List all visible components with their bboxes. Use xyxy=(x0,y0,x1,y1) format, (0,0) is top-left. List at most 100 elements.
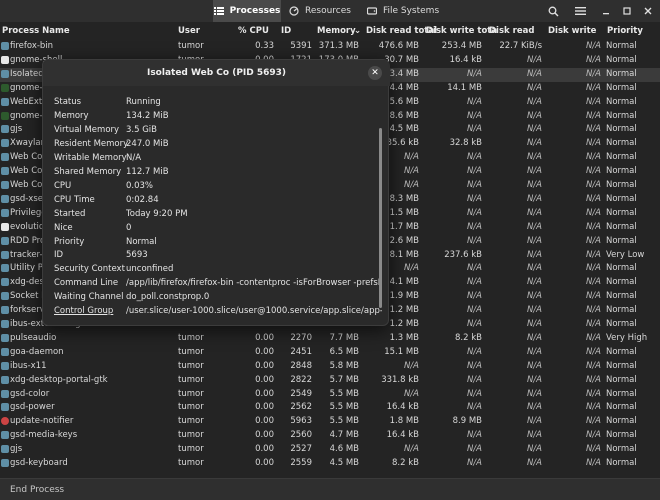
col-process-name[interactable]: Process Name xyxy=(2,26,70,36)
col-cpu[interactable]: % CPU xyxy=(238,26,269,36)
cell-dw: 32.8 kB xyxy=(449,138,482,149)
cell-drs: N/A xyxy=(526,68,542,79)
table-row[interactable]: gsd-media-keys tumor 0.00 2560 4.7 MB 16.4 kB… xyxy=(0,429,660,443)
cell-dw: 237.6 kB xyxy=(444,249,482,260)
cell-drs: N/A xyxy=(526,360,542,371)
cell-mem: 5.5 MB xyxy=(329,402,359,413)
hamburger-menu-icon[interactable] xyxy=(573,4,587,18)
process-icon xyxy=(1,125,9,134)
property-value: 112.7 MiB xyxy=(126,166,169,177)
cell-id: 2562 xyxy=(290,402,312,413)
property-key: Security Context xyxy=(54,264,125,275)
property-value: Running xyxy=(126,97,161,107)
cell-dw: 14.1 MB xyxy=(447,82,482,93)
cell-drs: N/A xyxy=(526,458,542,468)
cell-name: gsd-power xyxy=(10,402,55,413)
cell-prio: Normal xyxy=(606,291,637,302)
header-bar: Processes Resources File Systems xyxy=(0,0,660,22)
col-id[interactable]: ID xyxy=(281,26,291,36)
cell-prio: Very High xyxy=(606,332,648,343)
cell-mem: 371.3 MB xyxy=(318,41,359,51)
property-row: Status Running xyxy=(54,97,382,111)
cell-dw: N/A xyxy=(466,235,482,246)
cell-dws: N/A xyxy=(585,402,601,413)
property-value: /app/lib/firefox/firefox-bin -contentpro… xyxy=(126,278,382,289)
cell-name: update-notifier xyxy=(10,416,74,427)
cell-dws: N/A xyxy=(585,388,601,399)
cell-dw: N/A xyxy=(466,458,482,468)
cell-dr: N/A xyxy=(403,360,419,371)
cell-cpu: 0.00 xyxy=(255,430,274,441)
cell-dws: N/A xyxy=(585,180,601,190)
cell-mem: 4.6 MB xyxy=(329,444,359,455)
end-process-button[interactable]: End Process xyxy=(10,485,64,495)
col-disk-write-total[interactable]: Disk write tota xyxy=(426,26,497,36)
dialog-scrollbar[interactable] xyxy=(379,128,382,308)
process-icon xyxy=(1,417,9,426)
process-icon xyxy=(1,431,9,440)
table-row[interactable]: pulseaudio tumor 0.00 2270 7.7 MB 1.3 MB 8.2 k… xyxy=(0,332,660,346)
sort-down-icon: ⌄ xyxy=(354,26,362,36)
cell-dws: N/A xyxy=(585,416,601,427)
col-disk-read[interactable]: Disk read xyxy=(489,26,534,36)
cell-user: tumor xyxy=(178,360,204,371)
table-row[interactable]: gsd-power tumor 0.00 2562 5.5 MB 16.4 kB N/A N/… xyxy=(0,401,660,415)
tab-processes[interactable]: Processes xyxy=(213,0,281,22)
property-key: CPU Time xyxy=(54,194,95,205)
tab-resources[interactable]: Resources xyxy=(281,0,359,22)
table-row[interactable]: firefox-bin tumor 0.33 5391 371.3 MB 476.6 MB… xyxy=(0,40,660,54)
cell-dr: 1.8 MB xyxy=(389,416,419,427)
tab-file-systems[interactable]: File Systems xyxy=(359,0,447,22)
property-value: N/A xyxy=(126,152,142,163)
property-key: Writable Memory xyxy=(54,152,127,163)
property-key: Shared Memory xyxy=(54,166,122,177)
cell-name: gsd-color xyxy=(10,388,50,399)
table-row[interactable]: gsd-color tumor 0.00 2549 5.5 MB N/A N/A N/A N/A… xyxy=(0,388,660,402)
cell-mem: 5.5 MB xyxy=(329,416,359,427)
col-memory[interactable]: Memory xyxy=(317,26,356,36)
col-disk-write[interactable]: Disk write xyxy=(548,26,596,36)
property-value: 134.2 MiB xyxy=(126,110,169,121)
cell-dws: N/A xyxy=(585,110,601,121)
cell-mem: 5.7 MB xyxy=(329,374,359,385)
table-row[interactable]: xdg-desktop-portal-gtk tumor 0.00 2822 5.7 M… xyxy=(0,374,660,388)
property-value: /user.slice/user-1000.slice/user@1000.se… xyxy=(126,306,382,317)
cell-user: tumor xyxy=(178,41,204,51)
table-row[interactable]: gsd-keyboard tumor 0.00 2559 4.5 MB 8.2 kB N/A… xyxy=(0,457,660,471)
cell-dws: N/A xyxy=(585,249,601,260)
property-key: Memory xyxy=(54,110,89,121)
cell-drs: N/A xyxy=(526,305,542,316)
cell-user: tumor xyxy=(178,402,204,413)
table-row[interactable]: goa-daemon tumor 0.00 2451 6.5 MB 15.1 MB N/A N… xyxy=(0,346,660,360)
cell-dw: 8.2 kB xyxy=(455,332,482,343)
col-priority[interactable]: Priority xyxy=(607,26,643,36)
property-value: 0 xyxy=(126,222,132,233)
process-icon xyxy=(1,42,9,50)
cell-dws: N/A xyxy=(585,305,601,316)
cell-drs: N/A xyxy=(526,291,542,302)
cell-user: tumor xyxy=(178,374,204,385)
close-icon[interactable] xyxy=(641,4,655,18)
cell-name: gsd-media-keys xyxy=(10,430,78,441)
table-row[interactable]: gjs tumor 0.00 2527 4.6 MB N/A N/A N/A N/A Normal xyxy=(0,443,660,457)
cell-dw: N/A xyxy=(466,319,482,329)
cell-dw: N/A xyxy=(466,221,482,232)
cell-prio: Normal xyxy=(606,402,637,413)
property-key: ID xyxy=(54,250,64,261)
process-icon xyxy=(1,55,9,64)
dialog-close-icon[interactable]: ✕ xyxy=(368,66,382,80)
process-icon xyxy=(1,292,9,301)
cell-id: 2270 xyxy=(290,332,312,343)
table-row[interactable]: ibus-x11 tumor 0.00 2848 5.8 MB N/A N/A N/A N/A N… xyxy=(0,360,660,374)
footer-bar: End Process xyxy=(0,478,660,500)
search-icon[interactable] xyxy=(546,4,560,18)
cell-cpu: 0.00 xyxy=(255,458,274,468)
table-row[interactable]: update-notifier tumor 0.00 5963 5.5 MB 1.8 MB… xyxy=(0,415,660,429)
cell-id: 2549 xyxy=(290,388,312,399)
cell-drs: N/A xyxy=(526,277,542,288)
col-user[interactable]: User xyxy=(178,26,200,36)
property-key: Priority xyxy=(54,236,85,247)
cell-dw: N/A xyxy=(466,360,482,371)
maximize-icon[interactable] xyxy=(620,4,634,18)
minimize-icon[interactable] xyxy=(599,4,613,18)
